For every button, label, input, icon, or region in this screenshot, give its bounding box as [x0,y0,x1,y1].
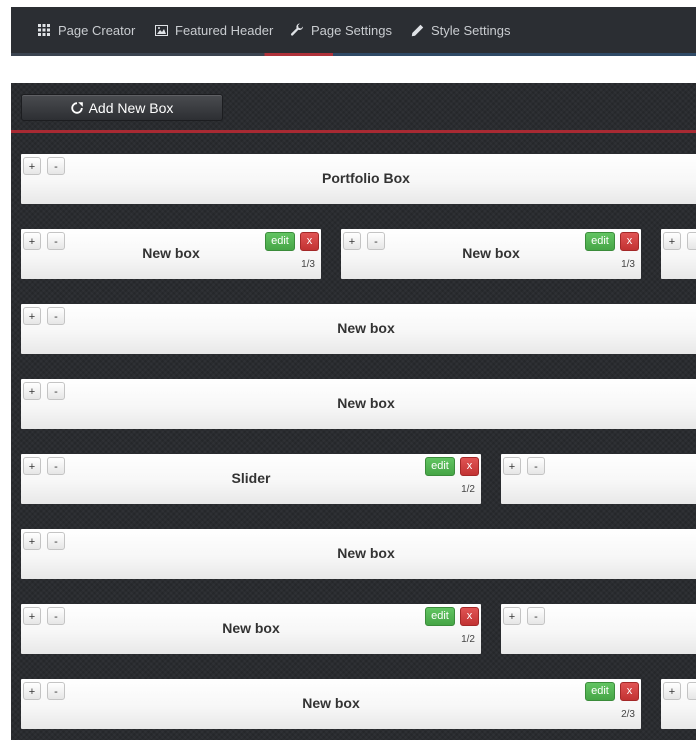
tab-label: Page Creator [58,22,136,38]
box-size-label: 1/2 [461,484,475,495]
panel-divider [11,130,696,133]
content-box[interactable]: + - edit x New box 2/3 [21,679,641,729]
pencil-icon [409,22,425,38]
box-title: New box [302,695,360,711]
portfolio-box[interactable]: + - Portfolio Box [21,154,696,204]
box-title: New box [222,620,280,636]
tab-page-creator[interactable]: Page Creator [36,7,135,53]
add-new-box-button[interactable]: Add New Box [21,94,223,121]
tab-label: Page Settings [311,22,392,38]
tab-label: Featured Header [175,22,274,38]
content-box[interactable]: + [661,229,696,279]
decrease-width-button[interactable] [687,682,696,700]
decrease-width-button[interactable]: - [527,607,545,625]
tab-featured-header[interactable]: Featured Header [153,7,273,53]
wrench-icon [289,22,305,38]
box-size-label: 1/3 [301,259,315,270]
content-box[interactable]: + [661,679,696,729]
box-size-label: 2/3 [621,709,635,720]
box-title: New box [337,545,395,561]
image-icon [153,22,169,38]
increase-width-button[interactable]: + [663,232,681,250]
box-size-label: 1/3 [621,259,635,270]
grid-icon [36,22,52,38]
box-title: New box [337,395,395,411]
increase-width-button[interactable]: + [503,607,521,625]
box-size-label: 1/2 [461,634,475,645]
box-title: New box [337,320,395,336]
decrease-width-button[interactable]: - [527,457,545,475]
top-tab-bar: Page Creator Featured Header Page Settin… [11,7,696,56]
tab-label: Style Settings [431,22,511,38]
increase-width-button[interactable]: + [503,457,521,475]
decrease-width-button[interactable] [687,232,696,250]
add-new-box-label: Add New Box [88,99,174,116]
page-builder-panel: Add New Box + - Portfolio Box + - edit x… [11,83,696,740]
box-title: New box [142,245,200,261]
tab-bar-accent-strip [11,53,696,56]
box-title: New box [462,245,520,261]
content-box[interactable]: + - edit x New box 1/3 [21,229,321,279]
box-title: Portfolio Box [322,170,410,186]
content-box[interactable]: + - edit x New box 1/3 [341,229,641,279]
tab-style-settings[interactable]: Style Settings [409,7,511,53]
slider-box[interactable]: + - edit x Slider 1/2 [21,454,481,504]
box-title: Slider [231,470,271,486]
content-box[interactable]: + - New box [21,379,696,429]
content-box[interactable]: + - edit x New box 1/2 [21,604,481,654]
content-box[interactable]: + - [501,604,696,654]
add-box-icon [70,101,83,114]
content-box[interactable]: + - New box [21,529,696,579]
tab-page-settings[interactable]: Page Settings [289,7,392,53]
content-box[interactable]: + - [501,454,696,504]
increase-width-button[interactable]: + [663,682,681,700]
content-box[interactable]: + - New box [21,304,696,354]
